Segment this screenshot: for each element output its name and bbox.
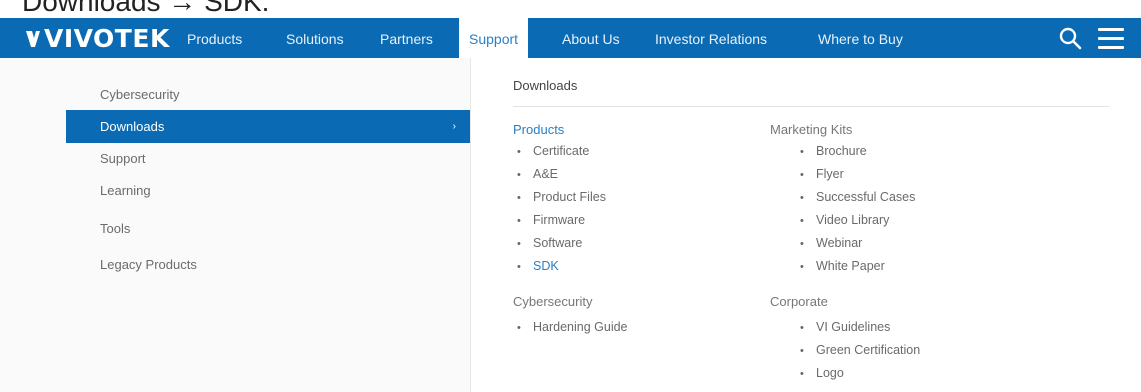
marketing-kits-list: • Brochure • Flyer • Successful Cases • Vide… <box>800 140 915 278</box>
top-navbar: VIVOTEK Products Solutions Partners Supp… <box>0 18 1141 58</box>
sidebar-item-label: Cybersecurity <box>100 87 180 102</box>
nav-investor-relations[interactable]: Investor Relations <box>655 18 767 58</box>
bullet: • <box>517 169 521 181</box>
panel-title: Downloads <box>513 78 578 93</box>
list-item-certificate[interactable]: • Certificate <box>517 140 606 163</box>
list-item-vi-guidelines[interactable]: • VI Guidelines <box>800 316 920 339</box>
list-item-logo[interactable]: • Logo <box>800 362 920 385</box>
bullet: • <box>517 261 521 273</box>
corporate-list: • VI Guidelines • Green Certification • Log… <box>800 316 920 385</box>
list-item-hardening-guide[interactable]: • Hardening Guide <box>517 316 628 339</box>
list-item-video-library[interactable]: • Video Library <box>800 209 915 232</box>
bullet: • <box>800 368 804 380</box>
nav-where-to-buy[interactable]: Where to Buy <box>818 18 903 58</box>
sidebar-item-legacy-products[interactable]: Legacy Products <box>66 248 470 281</box>
bullet: • <box>517 146 521 158</box>
downloads-panel: Downloads Products • Certificate • A&E • Pr… <box>471 58 1141 392</box>
title-divider <box>513 106 1109 107</box>
nav-products[interactable]: Products <box>187 18 242 58</box>
sidebar-item-label: Tools <box>100 221 131 236</box>
bullet: • <box>800 146 804 158</box>
hamburger-menu-icon[interactable] <box>1098 28 1124 50</box>
sidebar-item-label: Legacy Products <box>100 257 197 272</box>
group-heading-marketing-kits[interactable]: Marketing Kits <box>770 122 852 137</box>
list-item-brochure[interactable]: • Brochure <box>800 140 915 163</box>
bullet: • <box>800 261 804 273</box>
list-item-software[interactable]: • Software <box>517 232 606 255</box>
bullet: • <box>517 322 521 334</box>
bullet: • <box>800 169 804 181</box>
sidebar-item-downloads[interactable]: Downloads › <box>66 110 470 143</box>
list-item-firmware[interactable]: • Firmware <box>517 209 606 232</box>
sidebar-item-tools[interactable]: Tools <box>66 212 470 245</box>
group-heading-cybersecurity[interactable]: Cybersecurity <box>513 294 592 309</box>
list-item-flyer[interactable]: • Flyer <box>800 163 915 186</box>
list-item-white-paper[interactable]: • White Paper <box>800 255 915 278</box>
sidebar-item-learning[interactable]: Learning <box>66 174 470 207</box>
nav-support[interactable]: Support <box>459 18 529 58</box>
list-item-webinar[interactable]: • Webinar <box>800 232 915 255</box>
bullet: • <box>800 238 804 250</box>
bullet: • <box>800 215 804 227</box>
page-caption: Downloads → SDK. <box>22 0 270 17</box>
logo-text: VIVOTEK <box>44 23 170 53</box>
nav-solutions[interactable]: Solutions <box>286 18 344 58</box>
products-list: • Certificate • A&E • Product Files • Firmwa… <box>517 140 606 278</box>
sidebar-item-cybersecurity[interactable]: Cybersecurity <box>66 78 470 111</box>
sidebar-item-label: Learning <box>100 183 151 198</box>
list-item-product-files[interactable]: • Product Files <box>517 186 606 209</box>
bullet: • <box>517 215 521 227</box>
chevron-right-icon: › <box>452 121 456 132</box>
sidebar-item-support[interactable]: Support <box>66 142 470 175</box>
vivotek-logo[interactable]: VIVOTEK <box>26 23 170 53</box>
sidebar-item-label: Support <box>100 151 146 166</box>
cybersecurity-list: • Hardening Guide <box>517 316 628 339</box>
bullet: • <box>800 192 804 204</box>
list-item-successful-cases[interactable]: • Successful Cases <box>800 186 915 209</box>
list-item-sdk[interactable]: • SDK <box>517 255 606 278</box>
logo-mark-icon <box>26 31 40 47</box>
bullet: • <box>517 192 521 204</box>
nav-partners[interactable]: Partners <box>380 18 433 58</box>
group-heading-products[interactable]: Products <box>513 122 564 137</box>
bullet: • <box>517 238 521 250</box>
list-item-green-certification[interactable]: • Green Certification <box>800 339 920 362</box>
bullet: • <box>800 345 804 357</box>
group-heading-corporate[interactable]: Corporate <box>770 294 828 309</box>
sidebar-item-label: Downloads <box>100 119 165 134</box>
bullet: • <box>800 322 804 334</box>
support-sidebar: Cybersecurity Downloads › Support Learni… <box>0 58 470 392</box>
nav-about-us[interactable]: About Us <box>562 18 620 58</box>
search-icon[interactable] <box>1058 26 1082 50</box>
list-item-a-and-e[interactable]: • A&E <box>517 163 606 186</box>
